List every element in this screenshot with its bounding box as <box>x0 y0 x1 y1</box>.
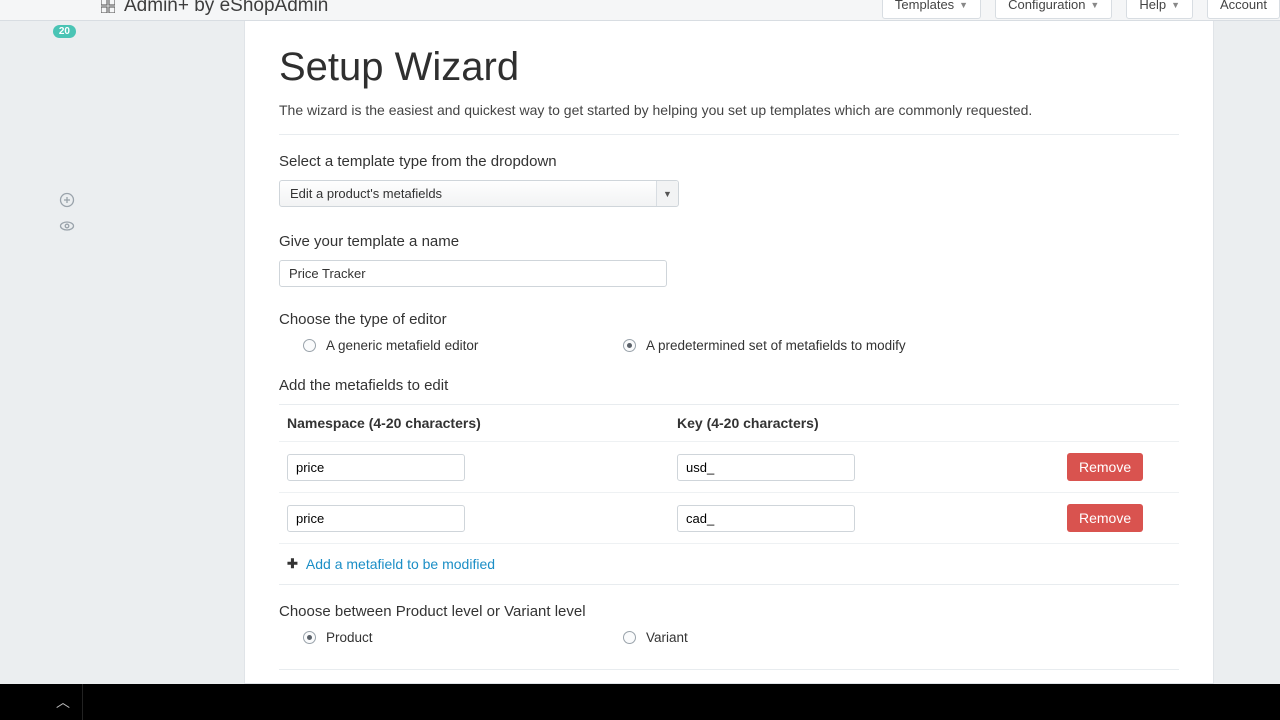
chevron-down-icon: ▼ <box>959 0 968 10</box>
editor-generic-radio[interactable]: A generic metafield editor <box>303 338 623 353</box>
plus-circle-icon[interactable] <box>58 191 76 209</box>
chevron-down-icon: ▼ <box>1171 0 1180 10</box>
namespace-input[interactable] <box>287 505 465 532</box>
chevron-down-icon: ▼ <box>1090 0 1099 10</box>
metafields-label: Add the metafields to edit <box>279 377 1179 394</box>
remove-button[interactable]: Remove <box>1067 504 1143 532</box>
namespace-input[interactable] <box>287 454 465 481</box>
plus-icon: ✚ <box>287 556 298 572</box>
editor-predetermined-radio[interactable]: A predetermined set of metafields to mod… <box>623 338 906 353</box>
main-panel: Setup Wizard The wizard is the easiest a… <box>244 21 1214 684</box>
template-name-input[interactable] <box>279 260 667 287</box>
nav-account[interactable]: Account <box>1207 0 1280 19</box>
chevron-down-icon: ▼ <box>656 181 678 206</box>
table-row: Remove <box>279 441 1179 492</box>
template-type-label: Select a template type from the dropdown <box>279 153 1179 170</box>
remove-button[interactable]: Remove <box>1067 453 1143 481</box>
level-label: Choose between Product level or Variant … <box>279 603 1179 620</box>
key-input[interactable] <box>677 505 855 532</box>
level-variant-radio[interactable]: Variant <box>623 630 688 645</box>
top-bar: Admin+ by eShopAdmin Templates▼ Configur… <box>0 0 1280 21</box>
sidebar: 20 <box>0 21 88 684</box>
nav-help[interactable]: Help▼ <box>1126 0 1193 19</box>
page-intro: The wizard is the easiest and quickest w… <box>279 102 1179 118</box>
editor-type-label: Choose the type of editor <box>279 311 1179 328</box>
app-title: Admin+ by eShopAdmin <box>124 0 328 17</box>
add-metafield-link[interactable]: Add a metafield to be modified <box>306 556 495 572</box>
chevron-up-icon[interactable]: ︿ <box>56 692 70 712</box>
template-name-label: Give your template a name <box>279 233 1179 250</box>
table-row: Remove <box>279 492 1179 543</box>
app-grid-icon <box>100 0 116 14</box>
sidebar-count-badge: 20 <box>53 25 76 38</box>
eye-icon[interactable] <box>58 217 76 235</box>
nav-configuration[interactable]: Configuration▼ <box>995 0 1112 19</box>
key-header: Key (4-20 characters) <box>677 415 1067 431</box>
nav-templates[interactable]: Templates▼ <box>882 0 981 19</box>
key-input[interactable] <box>677 454 855 481</box>
bottom-bar: ︿ <box>0 684 1280 720</box>
page-title: Setup Wizard <box>279 45 1179 90</box>
metafields-table: Namespace (4-20 characters) Key (4-20 ch… <box>279 404 1179 585</box>
template-type-select[interactable]: Edit a product's metafields ▼ <box>279 180 679 207</box>
level-product-radio[interactable]: Product <box>303 630 623 645</box>
namespace-header: Namespace (4-20 characters) <box>287 415 677 431</box>
